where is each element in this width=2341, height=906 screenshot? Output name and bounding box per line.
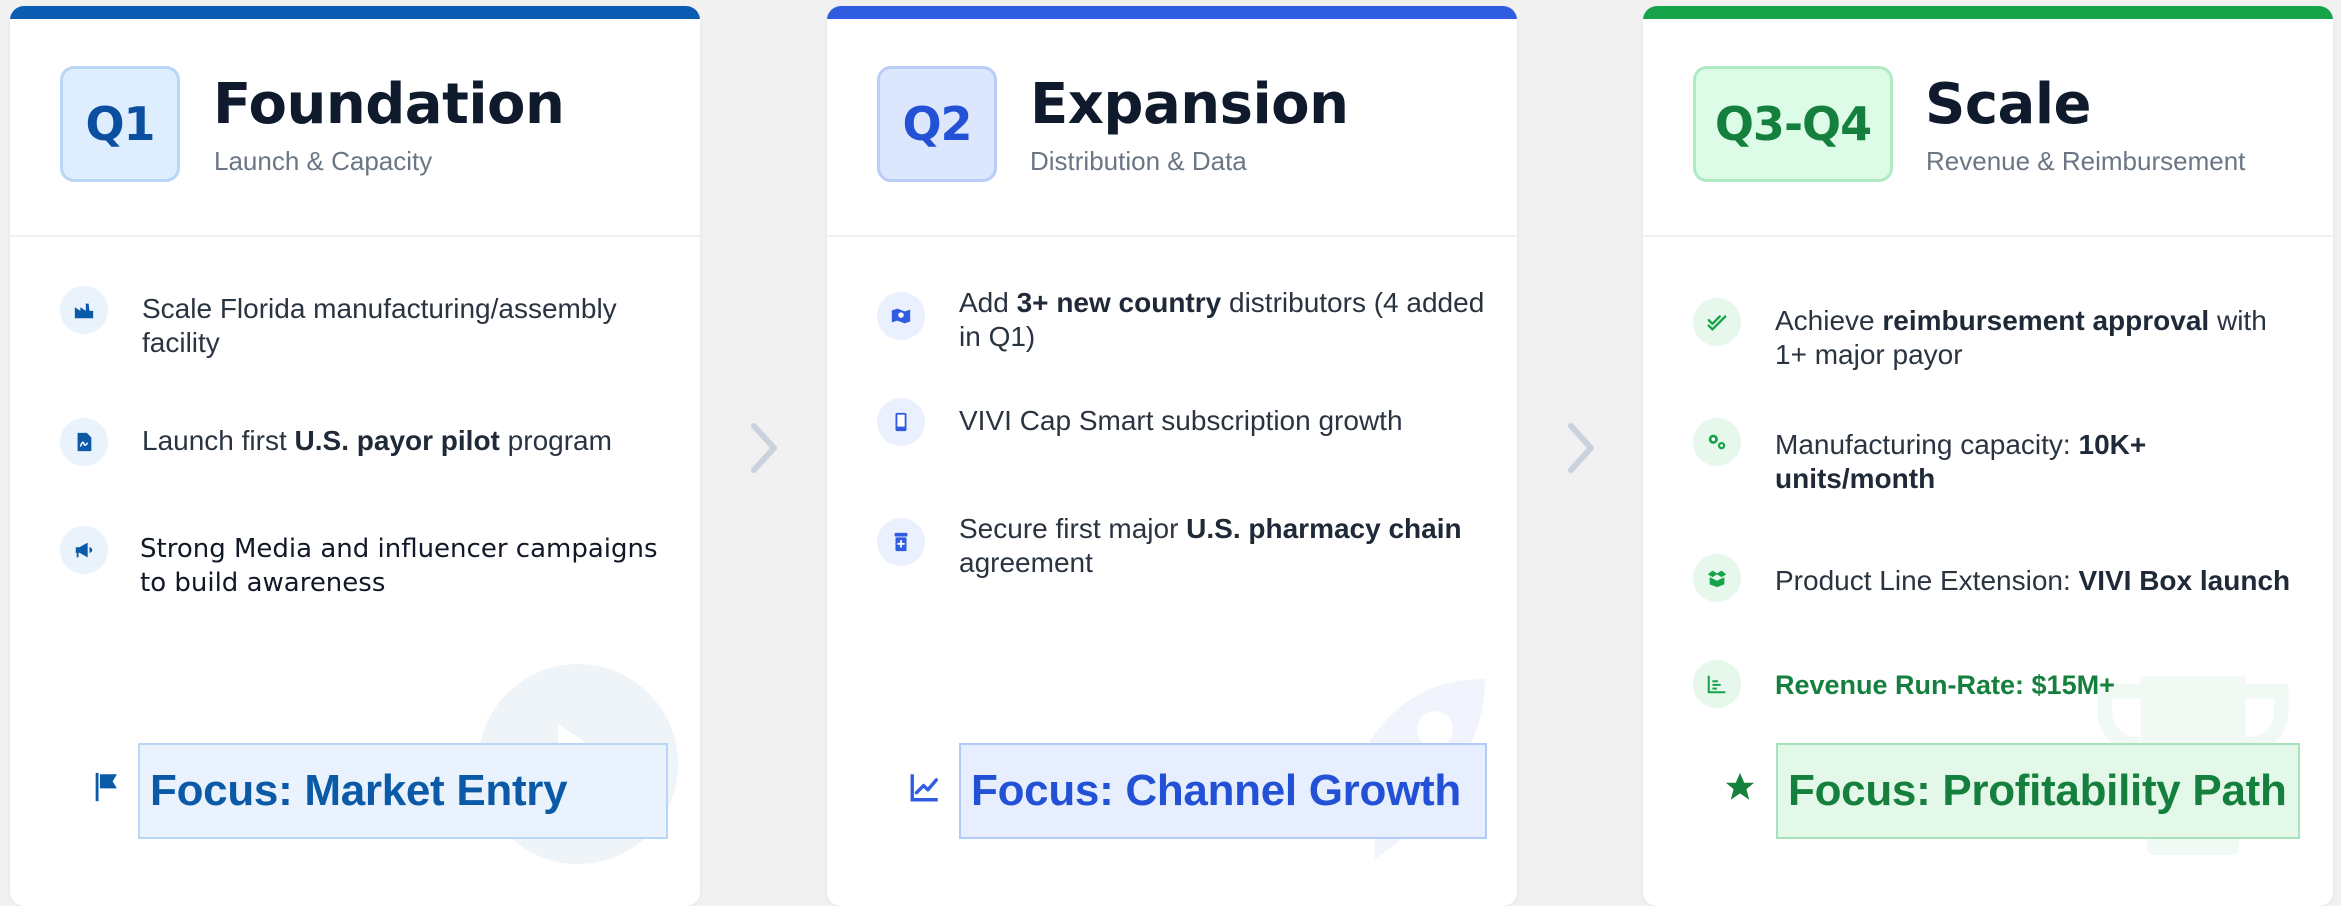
flag-icon: [95, 772, 117, 802]
phase-card-q2: Q2 Expansion Distribution & Data Add 3+ …: [827, 6, 1517, 906]
phase-title: Foundation: [213, 72, 565, 137]
phase-subtitle: Launch & Capacity: [214, 146, 433, 176]
milestone-text: Manufacturing capacity: 10K+ units/month: [1775, 429, 2147, 494]
milestone-text: Add 3+ new country distributors (4 added…: [959, 287, 1485, 352]
divider: [1643, 235, 2333, 237]
phase-title: Scale: [1925, 72, 2092, 137]
document-icon: [60, 418, 108, 466]
phase-subtitle: Revenue & Reimbursement: [1926, 146, 2246, 176]
phase-title: Expansion: [1030, 72, 1349, 137]
milestone-text: Scale Florida manufacturing/assembly fac…: [142, 293, 617, 358]
chevron-right-icon: [751, 423, 777, 473]
focus-label: Focus: Market Entry: [138, 743, 668, 839]
gears-icon: [1693, 418, 1741, 466]
quarter-badge: Q1: [60, 66, 180, 182]
phase-card-q3-q4: Q3-Q4 Scale Revenue & Reimbursement Achi…: [1643, 6, 2333, 906]
milestone-text: Secure first major U.S. pharmacy chain a…: [959, 513, 1462, 578]
card-accent-bar: [10, 6, 700, 19]
map-pin-icon: [877, 292, 925, 340]
bar-chart-icon: [1693, 660, 1741, 708]
star-icon: [1725, 772, 1755, 800]
divider: [10, 235, 700, 237]
smartphone-icon: [877, 398, 925, 446]
chart-line-icon: [910, 774, 939, 802]
focus-label: Focus: Channel Growth: [959, 743, 1487, 839]
focus-label: Focus: Profitability Path: [1776, 743, 2300, 839]
check-double-icon: [1693, 298, 1741, 346]
quarter-badge: Q3-Q4: [1693, 66, 1893, 182]
phase-subtitle: Distribution & Data: [1030, 146, 1247, 176]
milestone-text: Achieve reimbursement approval with 1+ m…: [1775, 305, 2267, 370]
quarter-badge: Q2: [877, 66, 997, 182]
milestone-text: Launch first U.S. payor pilot program: [142, 425, 612, 456]
milestone-text: VIVI Cap Smart subscription growth: [959, 405, 1403, 436]
divider: [827, 235, 1517, 237]
pharmacy-icon: [877, 518, 925, 566]
chevron-right-icon: [1568, 423, 1594, 473]
box-open-icon: [1693, 554, 1741, 602]
megaphone-icon: [60, 526, 108, 574]
card-accent-bar: [827, 6, 1517, 19]
factory-icon: [60, 286, 108, 334]
phase-card-q1: Q1 Foundation Launch & Capacity Scale Fl…: [10, 6, 700, 906]
milestone-text: Product Line Extension: VIVI Box launch: [1775, 565, 2291, 596]
card-accent-bar: [1643, 6, 2333, 19]
milestone-text: Strong Media and influencer campaigns to…: [140, 534, 658, 598]
